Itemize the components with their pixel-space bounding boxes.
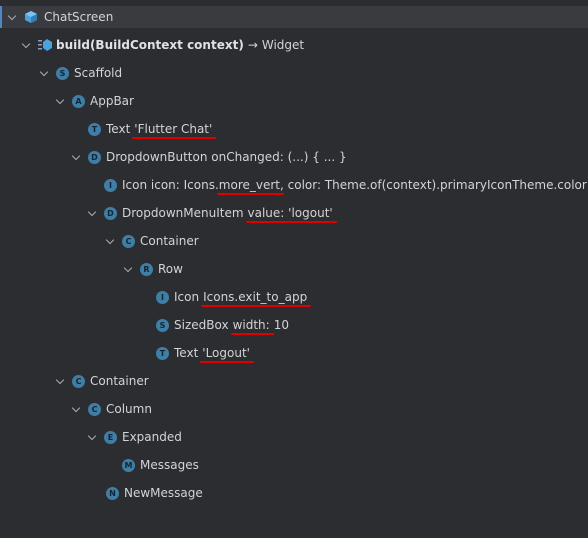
tree-node-prefix: Icon icon: Icons. (122, 178, 219, 192)
tree-node-value: width: (230, 314, 274, 336)
tree-node-label: DropdownButton onChanged: (...) { ... } (106, 150, 347, 164)
tree-node-messages[interactable]: M Messages (122, 454, 199, 476)
chevron-down-icon[interactable] (56, 376, 66, 386)
tree-node-value: more_vert (216, 174, 285, 196)
widget-badge-icon: D (104, 206, 117, 220)
widget-badge-icon: I (156, 290, 169, 304)
tree-node-scaffold[interactable]: S Scaffold (40, 62, 122, 84)
widget-badge-icon: C (122, 234, 135, 248)
tree-node-prefix: Text (106, 122, 131, 136)
tree-node-container-body[interactable]: C Container (56, 370, 149, 392)
tree-node-prefix: DropdownMenuItem (122, 206, 244, 220)
tree-node-column[interactable]: C Column (72, 398, 152, 420)
tree-node-label: Container (140, 234, 199, 248)
tree-node-new-message[interactable]: N NewMessage (106, 482, 203, 504)
widget-badge-icon: C (72, 374, 85, 388)
build-method-signature: build(BuildContext context) (56, 38, 244, 52)
tree-node-label: Expanded (122, 430, 182, 444)
chevron-down-icon[interactable] (72, 152, 82, 162)
tree-node-row[interactable]: R Row (124, 258, 183, 280)
tree-node-value: Icons.exit_to_app (201, 286, 312, 308)
tree-node-label: ChatScreen (44, 10, 114, 24)
tree-node-label: AppBar (90, 94, 134, 108)
chevron-down-icon[interactable] (124, 264, 134, 274)
chevron-down-icon[interactable] (88, 208, 98, 218)
tree-node-label: Scaffold (74, 66, 123, 80)
tree-node-label: Row (158, 262, 183, 276)
tree-node-suffix: 10 (273, 318, 289, 332)
widget-badge-icon: S (156, 318, 169, 332)
chevron-down-icon[interactable] (56, 96, 66, 106)
chevron-down-icon[interactable] (106, 236, 116, 246)
return-type: Widget (261, 38, 305, 52)
tree-node-text-title[interactable]: T Text 'Flutter Chat' (88, 118, 217, 140)
widget-badge-icon: D (88, 150, 101, 164)
tree-node-value: value: 'logout' (245, 202, 337, 224)
widget-badge-icon: I (104, 178, 117, 192)
tree-node-expanded[interactable]: E Expanded (88, 426, 182, 448)
widget-badge-icon: N (106, 486, 119, 500)
tree-node-label: Column (106, 402, 152, 416)
chevron-down-icon[interactable] (40, 68, 50, 78)
return-arrow: → (247, 38, 258, 52)
widget-badge-icon: C (88, 402, 101, 416)
tree-node-icon-exit[interactable]: I Icon Icons.exit_to_app (156, 286, 312, 308)
chevron-down-icon[interactable] (72, 404, 82, 414)
widget-badge-icon: T (156, 346, 169, 360)
tree-node-build-method[interactable]: build(BuildContext context) → Widget (22, 34, 304, 56)
tree-node-text-logout[interactable]: T Text 'Logout' (156, 342, 254, 364)
tree-node-label: Container (90, 374, 149, 388)
widget-badge-icon: E (104, 430, 117, 444)
widget-cube-icon (25, 11, 37, 23)
tree-node-dropdown-menu-item[interactable]: D DropdownMenuItem value: 'logout' (88, 202, 337, 224)
chevron-down-icon[interactable] (88, 432, 98, 442)
tree-node-prefix: Text (174, 346, 199, 360)
tree-node-value: 'Flutter Chat' (132, 118, 217, 140)
widget-badge-icon: R (140, 262, 153, 276)
tree-node-label: Messages (140, 458, 199, 472)
tree-node-label: NewMessage (124, 486, 203, 500)
widget-badge-icon: A (72, 94, 85, 108)
tree-node-container[interactable]: C Container (106, 230, 199, 252)
widget-badge-icon: S (56, 66, 69, 80)
flutter-outline-tree: ChatScreen build(BuildContext context) →… (0, 0, 588, 538)
tree-node-value: 'Logout' (200, 342, 254, 364)
tree-node-dropdown-button[interactable]: D DropdownButton onChanged: (...) { ... … (72, 146, 347, 168)
method-icon (38, 39, 52, 51)
tree-node-sizedbox[interactable]: S SizedBox width: 10 (156, 314, 289, 336)
chevron-down-icon[interactable] (8, 12, 18, 22)
tree-node-prefix: Icon (174, 290, 200, 304)
widget-badge-icon: M (122, 458, 135, 472)
tree-node-prefix: SizedBox (174, 318, 229, 332)
chevron-down-icon[interactable] (22, 40, 32, 50)
tree-node-icon-more-vert[interactable]: I Icon icon: Icons. more_vert , color: T… (104, 174, 587, 196)
tree-node-suffix: , color: Theme.of(context).primaryIconTh… (280, 178, 587, 192)
tree-node-chatscreen[interactable]: ChatScreen (0, 6, 588, 28)
widget-badge-icon: T (88, 122, 101, 136)
tree-node-appbar[interactable]: A AppBar (56, 90, 134, 112)
